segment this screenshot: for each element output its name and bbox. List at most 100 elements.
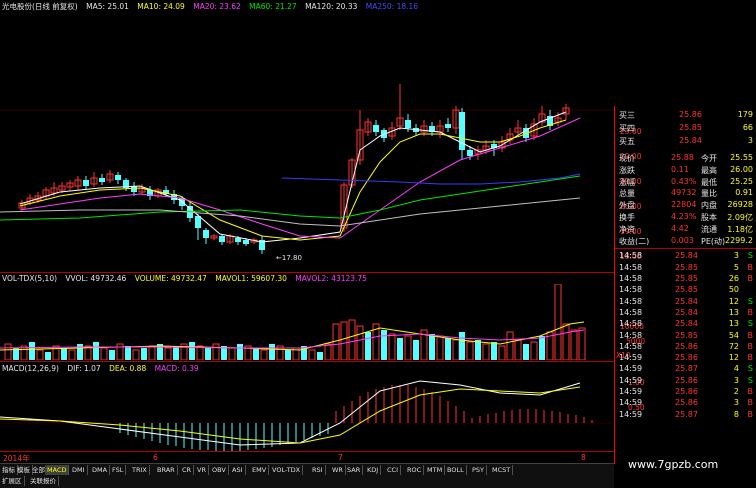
bid-label: 买四: [619, 124, 635, 133]
tab-wr[interactable]: WR: [330, 465, 346, 475]
tick-time: 14:59: [619, 353, 643, 363]
bid-level-row: 买五 25.84 3: [617, 136, 755, 148]
volume-bar: [285, 350, 291, 360]
trade-tick-row: 14:59 25.87 4 S: [617, 364, 755, 375]
tab-brar[interactable]: BRAR: [155, 465, 178, 475]
mavol2-label: MAVOL2: 43123.75: [295, 274, 367, 283]
tab-dma[interactable]: DMA: [90, 465, 111, 475]
volume-bar: [68, 349, 76, 360]
stat-label: 最高: [701, 165, 717, 175]
tick-volume: 5: [733, 262, 739, 272]
volume-bar: [228, 347, 236, 360]
volume-bar: [340, 321, 348, 360]
volume-bar: [429, 334, 435, 360]
macd-chart[interactable]: [0, 373, 614, 451]
tick-price: 25.86: [675, 387, 698, 396]
tab-dmi[interactable]: DMI: [70, 465, 88, 475]
volume-bar: [196, 345, 204, 360]
price-chart[interactable]: [0, 10, 614, 272]
tab-fsl[interactable]: FSL: [110, 465, 127, 475]
tick-side: S: [747, 375, 753, 385]
bid-price: 25.85: [679, 123, 702, 132]
tick-time: 14:59: [619, 364, 643, 374]
macd-indicator-name: MACD(12,26,9): [2, 364, 59, 373]
volume-bar: [562, 323, 570, 360]
candle-body: [235, 238, 241, 242]
volume-bar: [141, 348, 147, 360]
tab-mtm[interactable]: MTM: [425, 465, 446, 475]
volume-bar: [173, 346, 179, 360]
stat-value: 1.18亿: [727, 224, 753, 234]
tab-trix[interactable]: TRIX: [130, 465, 150, 475]
trade-tick-row: 14:59 25.86 12 B: [617, 353, 755, 364]
stat-label: 涨跌: [619, 165, 635, 175]
tick-side: B: [747, 398, 754, 408]
volume-bar: [324, 343, 332, 360]
tab-mcst[interactable]: MCST: [490, 465, 514, 475]
tab-related-quotes[interactable]: 关联报价: [28, 476, 59, 486]
macd-label: MACD: 0.39: [154, 364, 199, 373]
stat-value: 0.003: [671, 235, 694, 245]
tick-side: B: [747, 353, 754, 363]
tick-volume: 12: [728, 353, 739, 363]
watermark: www.7gpzb.com: [628, 458, 719, 471]
trade-tick-row: 14:58 25.85 26 B: [617, 274, 755, 285]
volume-bar: [269, 344, 275, 360]
tick-price: 25.87: [675, 409, 698, 419]
bid-volume: 179: [737, 110, 753, 119]
quote-stat-row: 收益(二) 0.003 PE(动) 2299.2: [617, 236, 755, 248]
volume-bar: [125, 346, 131, 360]
volume-bar: [212, 343, 220, 360]
tick-side: S: [747, 296, 753, 306]
volume-bar: [348, 319, 356, 360]
stat-value: 0.91: [735, 188, 753, 198]
candle-body: [195, 216, 201, 228]
volume-bar: [475, 340, 481, 360]
tab-cr[interactable]: CR: [180, 465, 195, 475]
volume-bar: [116, 343, 124, 360]
trade-tick-row: 14:58 25.84 13 B: [617, 308, 755, 319]
tick-time: 14:58: [619, 319, 643, 329]
volume-bar: [436, 335, 444, 360]
tab-emv[interactable]: EMV: [250, 465, 270, 475]
tab-extension-area[interactable]: 扩展区: [0, 476, 25, 486]
volume-bar: [132, 349, 140, 360]
bid-level-row: 买三 25.86 179: [617, 110, 755, 122]
tab-vr[interactable]: VR: [195, 465, 209, 475]
tab-obv[interactable]: OBV: [210, 465, 229, 475]
tick-volume: 8: [733, 409, 739, 419]
tick-side: B: [747, 409, 754, 419]
tab-kdj[interactable]: KDJ: [365, 465, 382, 475]
tick-time: 14:59: [619, 409, 643, 419]
tick-time: 14:58: [619, 341, 643, 351]
volume-chart[interactable]: [0, 284, 614, 360]
trade-tick-row: 14:59 25.87 8 B: [617, 410, 755, 421]
tab-roc[interactable]: ROC: [405, 465, 425, 475]
moving-average-line: [0, 197, 581, 227]
stat-value: 0.11: [671, 164, 689, 174]
tab-psy[interactable]: PSY: [470, 465, 488, 475]
vvol-label: VVOL: 49732.46: [65, 274, 127, 283]
tick-volume: 3: [733, 251, 739, 261]
volume-label: VOLUME: 49732.47: [134, 274, 207, 283]
panel-divider: [0, 272, 614, 273]
volume-bar: [317, 352, 323, 360]
tab-vol-tdx[interactable]: VOL-TDX: [270, 465, 304, 475]
indicator-tabs: 指标 模板 全部 MACD DMI DMA FSL TRIX BRAR CR VR OBV ASI EMV…: [0, 464, 614, 475]
tick-price: 25.86: [675, 398, 698, 408]
tab-cci[interactable]: CCI: [385, 465, 401, 475]
tab-sar[interactable]: SAR: [345, 465, 364, 475]
tab-rsi[interactable]: RSI: [310, 465, 326, 475]
stat-label: 现价: [619, 154, 635, 163]
quote-stat-row: 净资 4.42 流通 1.18亿: [617, 224, 755, 236]
tab-macd[interactable]: MACD: [45, 465, 70, 475]
tab-boll[interactable]: BOLL: [445, 465, 467, 475]
volume-bar: [189, 342, 195, 360]
stat-value: 49732: [671, 188, 697, 198]
tick-time: 14:58: [619, 262, 643, 272]
low-price-value: 17.80: [281, 254, 302, 262]
quote-stat-row: 外盘 22804 内盘 26928: [617, 200, 755, 212]
tick-side: B: [747, 307, 754, 317]
tab-asi[interactable]: ASI: [230, 465, 246, 475]
volume-bar: [530, 341, 538, 360]
